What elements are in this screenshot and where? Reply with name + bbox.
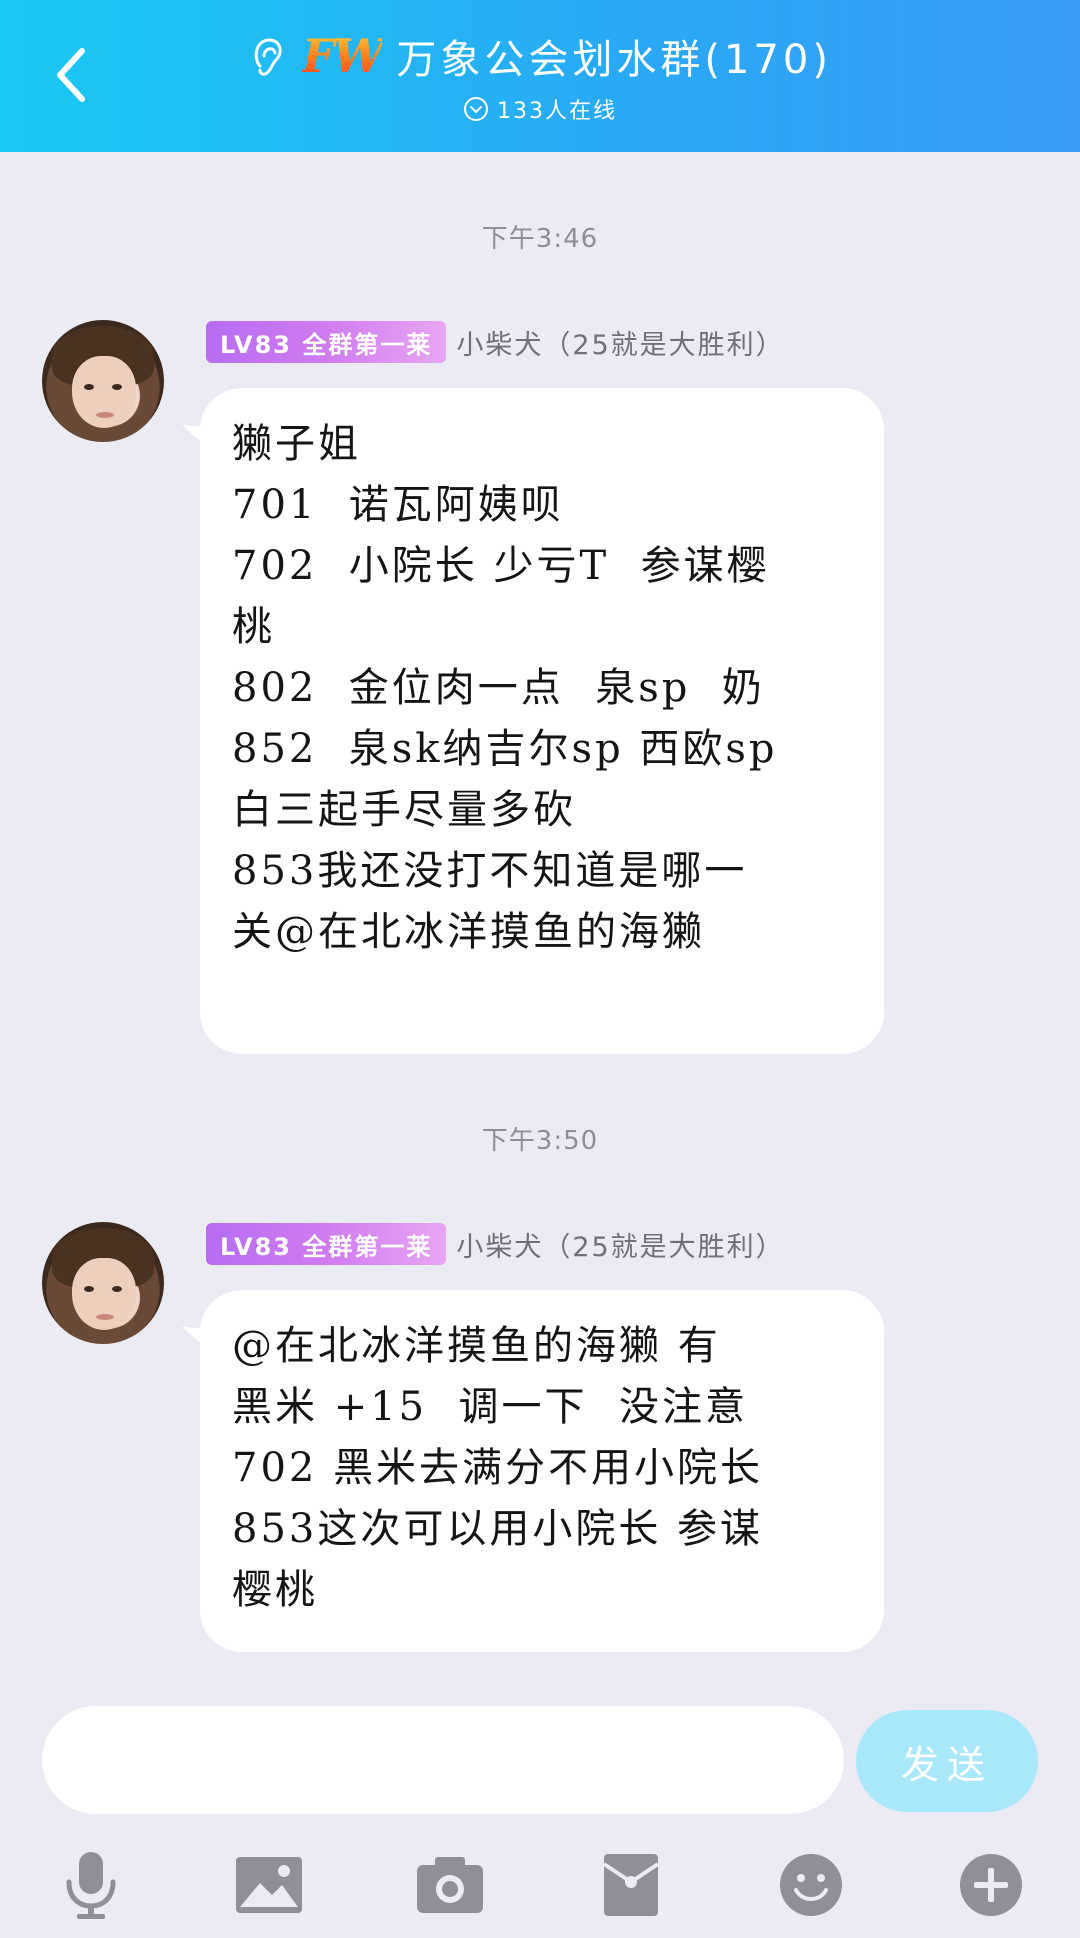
send-button[interactable]: 发送 — [856, 1710, 1038, 1812]
level-badge: LV83 全群第一莱 — [206, 321, 447, 363]
message-line: 白三起手尽量多砍 — [232, 787, 576, 833]
sender-name[interactable]: 小柴犬（25就是大胜利） — [456, 1225, 784, 1264]
camera-icon — [417, 1857, 483, 1913]
photo-button[interactable] — [224, 1840, 314, 1930]
timestamp: 下午3:46 — [481, 224, 599, 254]
emoji-icon — [780, 1854, 842, 1916]
timestamp: 下午3:50 — [481, 1126, 599, 1156]
ear-icon — [254, 38, 282, 76]
camera-button[interactable] — [405, 1840, 495, 1930]
sender-meta: LV83 全群第一莱 小柴犬（25就是大胜利） — [206, 320, 785, 364]
online-status[interactable]: 133人在线 — [0, 92, 1080, 126]
message-line: 802 金位肉一点 泉sp 奶 — [232, 665, 765, 711]
message-line: 桃 — [232, 604, 275, 650]
message-line: 702 小院长 少亏T 参谋樱 — [232, 543, 770, 589]
title-row[interactable]: FW 万象公会划水群(170) — [0, 28, 1080, 84]
composer: 发送 — [0, 1680, 1080, 1938]
message-input[interactable] — [42, 1706, 844, 1814]
message-bubble[interactable]: @在北冰洋摸鱼的海獭 有 黑米 +15 调一下 没注意 702 黑米去满分不用小… — [200, 1290, 884, 1652]
message-line: 黑米 +15 调一下 没注意 — [232, 1384, 748, 1430]
online-count: 133人在线 — [497, 99, 617, 124]
message-line: 关@在北冰洋摸鱼的海獭 — [232, 909, 705, 955]
message-line: 853这次可以用小院长 参谋 — [232, 1506, 764, 1552]
more-button[interactable] — [946, 1840, 1036, 1930]
message-line: 702 黑米去满分不用小院长 — [232, 1445, 764, 1491]
red-packet-button[interactable] — [586, 1840, 676, 1930]
emoji-button[interactable] — [766, 1840, 856, 1930]
plus-icon — [960, 1854, 1022, 1916]
image-icon — [236, 1857, 302, 1913]
composer-toolbar — [0, 1840, 1080, 1930]
sender-meta: LV83 全群第一莱 小柴犬（25就是大胜利） — [206, 1222, 785, 1266]
chevron-down-circle-icon — [464, 97, 488, 121]
level-badge: LV83 全群第一莱 — [206, 1223, 447, 1265]
message-line: 樱桃 — [232, 1567, 318, 1613]
group-title: 万象公会划水群(170) — [396, 37, 832, 83]
message-line: 獭子姐 — [232, 421, 361, 467]
chat-header: FW 万象公会划水群(170) 133人在线 — [0, 0, 1080, 152]
avatar[interactable] — [42, 320, 164, 442]
avatar[interactable] — [42, 1222, 164, 1344]
message-bubble[interactable]: 獭子姐 701 诺瓦阿姨呗 702 小院长 少亏T 参谋樱 桃 802 金位肉一… — [200, 388, 884, 1054]
microphone-icon — [66, 1852, 116, 1919]
message-line: 701 诺瓦阿姨呗 — [232, 482, 564, 528]
message-line: @在北冰洋摸鱼的海獭 有 — [232, 1323, 721, 1369]
sender-name[interactable]: 小柴犬（25就是大胜利） — [456, 323, 784, 362]
voice-button[interactable] — [46, 1840, 136, 1930]
message-line: 853我还没打不知道是哪一 — [232, 848, 748, 894]
red-packet-icon — [602, 1854, 660, 1916]
fw-logo: FW — [302, 29, 384, 83]
message-line: 852 泉sk纳吉尔sp 西欧sp — [232, 726, 778, 772]
